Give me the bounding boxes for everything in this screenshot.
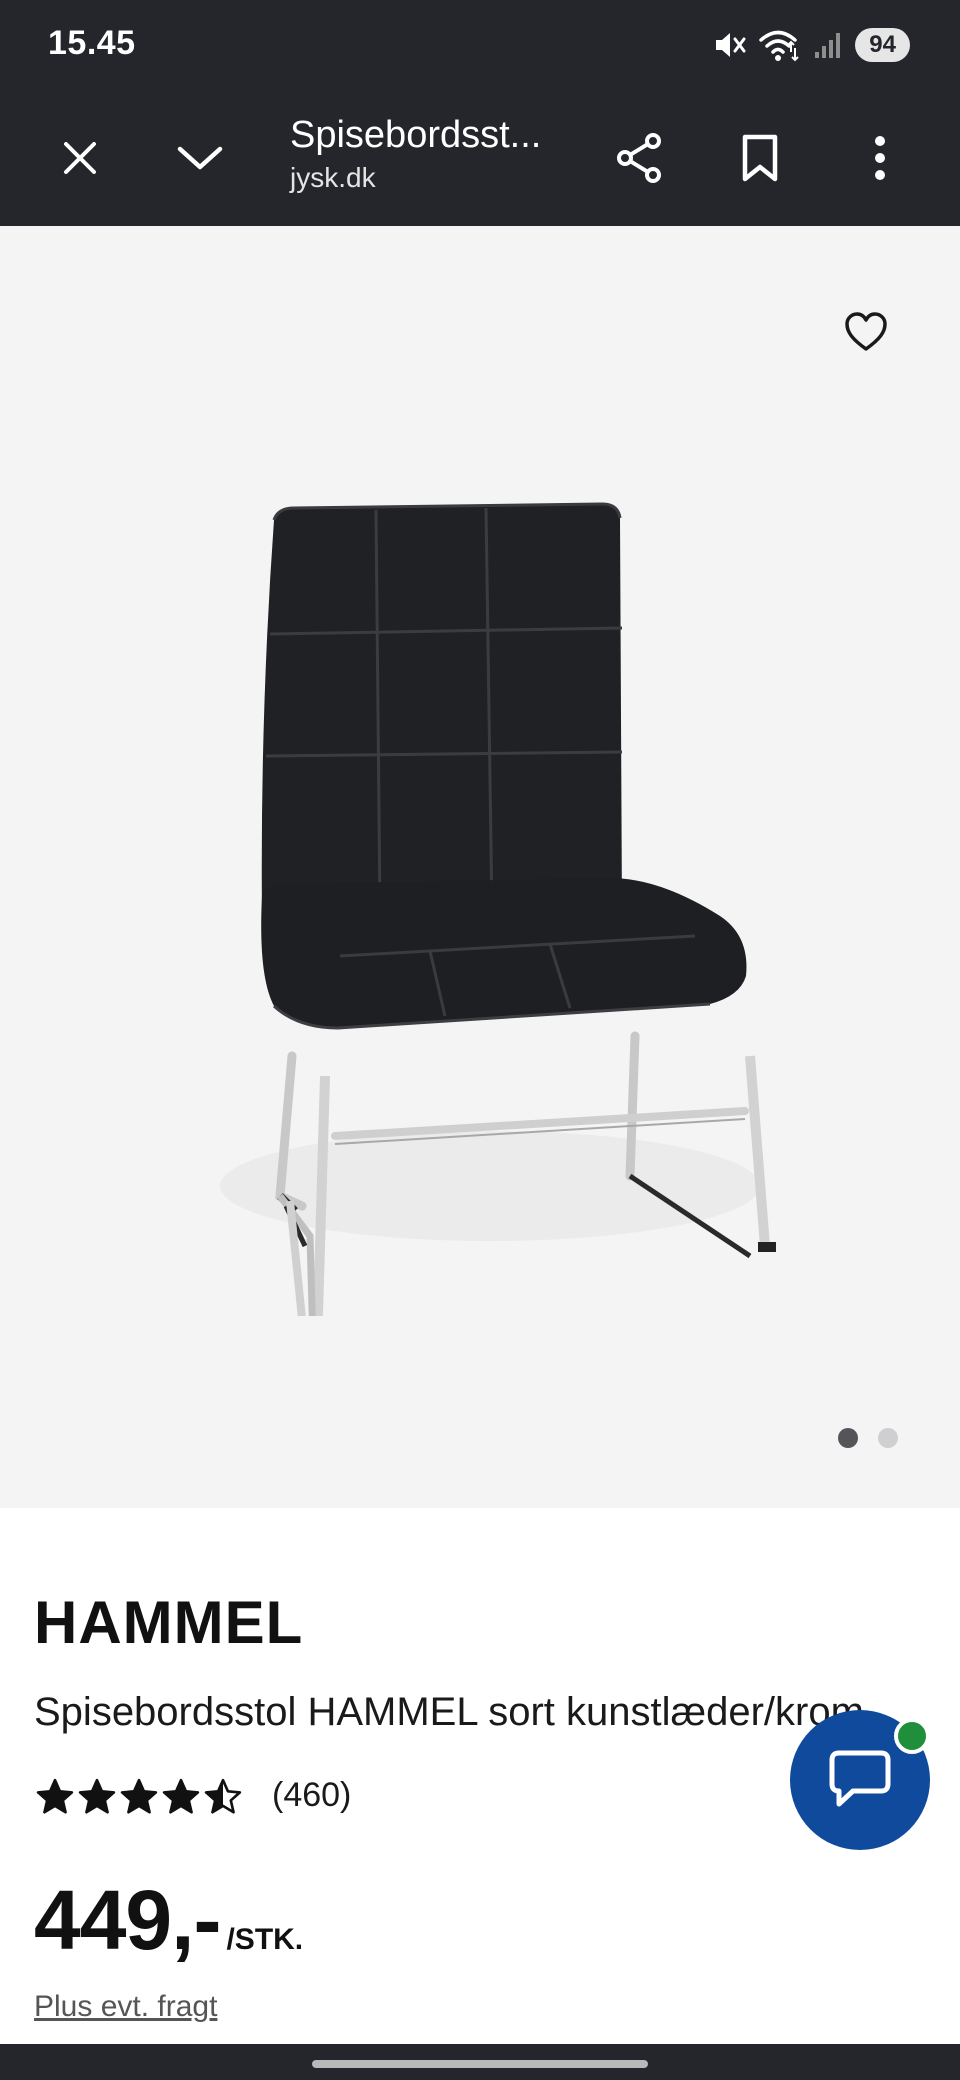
page-domain: jysk.dk [290,162,376,193]
wifi-icon [759,28,801,62]
bookmark-icon [742,134,778,182]
browser-toolbar: Spisebordsst... jysk.dk [0,90,960,226]
product-name: Spisebordsstol HAMMEL sort kunstlæder/kr… [34,1690,864,1734]
rating-stars [36,1778,242,1814]
shipping-link[interactable]: Plus evt. fragt [34,1990,217,2024]
share-button[interactable] [606,124,674,192]
star-full-icon [36,1778,74,1814]
price-row: 449,- /STK. [34,1872,303,1969]
star-full-icon [120,1778,158,1814]
more-vertical-icon [875,136,885,180]
status-bar: 15.45 94 [0,0,960,90]
more-options-button[interactable] [846,124,914,192]
favorite-button[interactable] [836,302,896,362]
star-full-icon [162,1778,200,1814]
system-nav-bar [0,2044,960,2080]
rating-count: (460) [272,1776,352,1814]
gallery-dot-2[interactable] [878,1428,898,1448]
minimize-button[interactable] [166,124,234,192]
gallery-dot-1[interactable] [838,1428,858,1448]
close-icon [64,142,96,174]
gallery-pagination [838,1428,898,1448]
status-time: 15.45 [48,24,136,62]
share-icon [617,133,661,183]
bookmark-button[interactable] [726,124,794,192]
mute-icon [713,30,747,60]
battery-icon: 94 [855,28,910,62]
product-image [220,502,776,1316]
home-gesture-handle[interactable] [312,2060,648,2068]
product-gallery[interactable] [0,226,960,1508]
price-unit: /STK. [226,1923,304,1956]
screen: 15.45 94 Spisebordsst... jysk.dk HAMMEL … [0,0,960,2080]
page-title-area[interactable]: Spisebordsst... jysk.dk [290,110,590,196]
chat-bubble-icon [829,1750,891,1807]
page-title: Spisebordsst... [290,114,542,156]
heart-icon [845,312,887,351]
signal-icon [813,30,843,60]
product-brand: HAMMEL [34,1589,304,1656]
star-half-icon [204,1778,242,1814]
product-rating[interactable]: (460) [36,1776,351,1815]
star-full-icon [78,1778,116,1814]
status-icons: 94 [713,26,910,64]
product-price: 449,- [34,1873,221,1967]
close-button[interactable] [46,124,114,192]
chevron-down-icon [177,146,223,170]
chat-online-badge [894,1718,930,1754]
